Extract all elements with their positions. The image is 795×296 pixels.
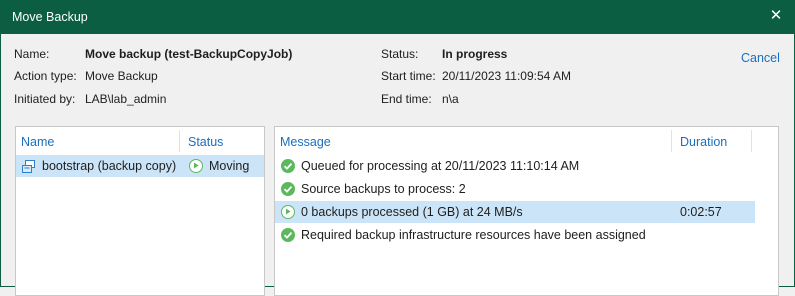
window-title: Move Backup [12,10,88,24]
log-list: Message Duration Queued for processing a… [274,126,779,296]
action-type-label: Action type: [14,69,77,83]
status-value: In progress [442,47,508,61]
end-time-label: End time: [381,92,432,106]
title-bar: Move Backup ✕ [1,0,795,34]
column-separator[interactable] [179,130,180,152]
initiated-by-value: LAB\lab_admin [85,92,167,106]
start-time-value: 20/11/2023 11:09:54 AM [442,69,571,83]
status-info-row: Status: In progress [381,47,681,63]
column-header-duration[interactable]: Duration [680,135,727,149]
cancel-link[interactable]: Cancel [741,51,780,65]
log-message: Queued for processing at 20/11/2023 11:1… [301,159,580,173]
end-time-row: End time: n\a [381,92,681,108]
column-header-status[interactable]: Status [188,135,223,149]
start-time-label: Start time: [381,69,436,83]
column-header-name[interactable]: Name [21,135,54,149]
backup-copy-icon [21,159,35,173]
object-name: bootstrap (backup copy) [42,159,177,173]
column-separator[interactable] [671,130,672,152]
column-separator[interactable] [751,130,752,152]
log-message: Required backup infrastructure resources… [301,228,646,242]
log-message: Source backups to process: 2 [301,182,466,196]
play-circle-icon [281,205,295,219]
close-icon[interactable]: ✕ [768,7,784,25]
action-type-value: Move Backup [85,69,158,83]
objects-list: Name Status bootstrap (backup copy) Movi… [15,126,265,296]
table-row[interactable]: Source backups to process: 2 [275,178,755,200]
name-label: Name: [14,47,50,61]
end-time-value: n\a [442,92,459,106]
check-circle-icon [281,159,295,173]
action-type-row: Action type: Move Backup [14,69,354,85]
column-header-message[interactable]: Message [280,135,331,149]
move-backup-dialog: Move Backup ✕ Name: Move backup (test-Ba… [0,0,795,296]
table-row[interactable]: 0 backups processed (1 GB) at 24 MB/s 0:… [275,201,755,223]
log-duration: 0:02:57 [680,205,722,219]
log-message: 0 backups processed (1 GB) at 24 MB/s [301,205,523,219]
start-time-row: Start time: 20/11/2023 11:09:54 AM [381,69,681,85]
initiated-by-label: Initiated by: [14,92,76,106]
initiated-by-row: Initiated by: LAB\lab_admin [14,92,354,108]
table-row[interactable]: Queued for processing at 20/11/2023 11:1… [275,155,755,177]
name-value: Move backup (test-BackupCopyJob) [85,47,293,61]
check-circle-icon [281,182,295,196]
list-item[interactable]: bootstrap (backup copy) Moving [16,155,264,177]
play-circle-icon [189,159,203,173]
name-info-row: Name: Move backup (test-BackupCopyJob) [14,47,354,63]
status-label: Status: [381,47,419,61]
check-circle-icon [281,228,295,242]
table-row[interactable]: Required backup infrastructure resources… [275,224,755,246]
object-status: Moving [209,159,250,173]
